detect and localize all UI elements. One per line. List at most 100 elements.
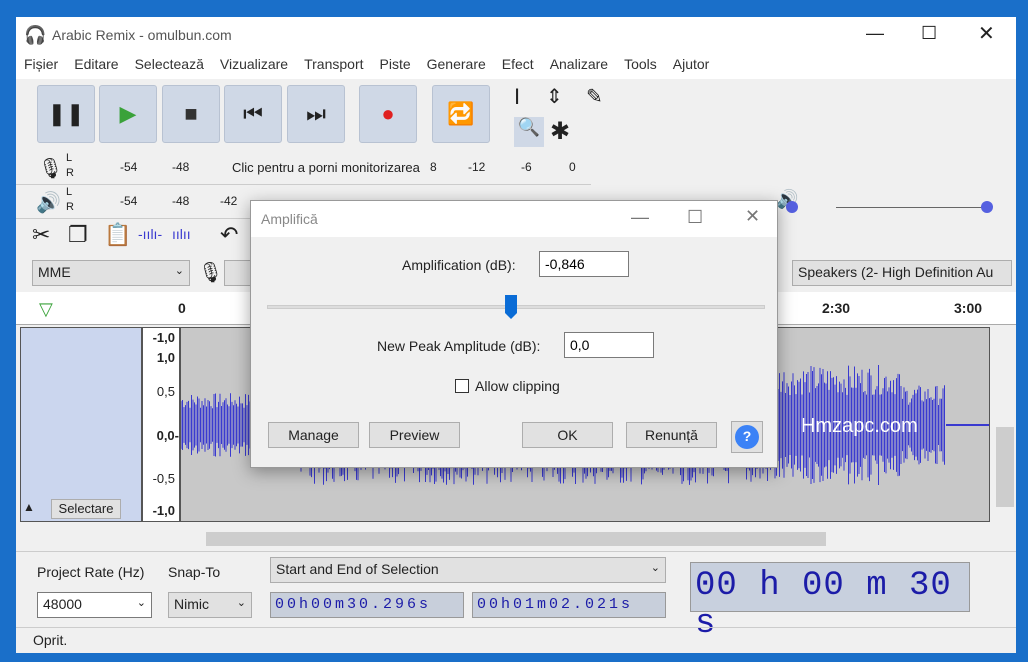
play-button[interactable]: ▶	[99, 85, 157, 143]
undo-icon[interactable]: ↶	[220, 222, 238, 248]
amplification-label: Amplification (dB):	[402, 257, 516, 273]
menu-generate[interactable]: Generare	[419, 53, 494, 79]
dialog-maximize-button[interactable]: ☐	[687, 207, 703, 228]
trim-icon[interactable]: -ıılı-	[138, 226, 162, 242]
meter-tick: 0	[569, 160, 576, 174]
minimize-button[interactable]: —	[866, 23, 884, 44]
selection-start-time[interactable]: 00h00m30.296s	[270, 592, 464, 618]
select-track-button[interactable]: Selectare	[51, 499, 121, 519]
meter-tick: -12	[468, 160, 486, 174]
scale-label: -1,0	[152, 330, 175, 345]
dialog-title-bar: Amplifică — ☐ ✕	[251, 201, 777, 237]
meter-tick: 8	[430, 160, 437, 174]
left-channel-label: L	[66, 186, 73, 198]
silence-icon[interactable]: ıılıı	[172, 226, 191, 242]
playback-volume-thumb[interactable]	[981, 201, 993, 213]
horizontal-scrollbar[interactable]	[186, 530, 996, 548]
play-head-triangle-icon[interactable]: ▽	[39, 299, 53, 320]
zoom-tool-icon[interactable]: 🔍	[514, 117, 544, 147]
pause-button[interactable]: ❚❚	[37, 85, 95, 143]
meter-tick: -54	[120, 160, 138, 174]
project-rate-value: 48000	[43, 596, 82, 612]
allow-clipping-checkbox[interactable]	[455, 379, 469, 393]
scale-label: -0,5	[152, 471, 175, 486]
record-button[interactable]: ●	[359, 85, 417, 143]
menu-tools[interactable]: Tools	[616, 53, 665, 79]
playback-device-select[interactable]: Speakers (2- High Definition Au	[792, 260, 1012, 286]
amplification-input[interactable]	[539, 251, 629, 277]
menu-edit[interactable]: Editare	[66, 53, 126, 79]
watermark-text: Hmzapc.com	[801, 415, 918, 437]
record-volume-thumb[interactable]	[786, 201, 798, 213]
envelope-tool-icon[interactable]: ⇕	[546, 84, 563, 109]
loop-button[interactable]: 🔁	[432, 85, 490, 143]
scale-label: -1,0	[152, 503, 175, 518]
menu-tracks[interactable]: Piste	[372, 53, 419, 79]
preview-button[interactable]: Preview	[369, 422, 460, 448]
cancel-button[interactable]: Renunță	[626, 422, 717, 448]
speaker-icon: 🔊	[36, 192, 61, 214]
collapse-track-button[interactable]: ▲	[23, 500, 35, 514]
menu-view[interactable]: Vizualizare	[212, 53, 296, 79]
status-bar: Oprit.	[16, 627, 1016, 653]
help-button[interactable]: ?	[731, 421, 763, 453]
selection-toolbar: Project Rate (Hz) Snap-To Start and End …	[16, 551, 1016, 643]
menu-effect[interactable]: Efect	[494, 53, 542, 79]
microphone-icon: 🎙	[38, 158, 64, 180]
audio-host-select[interactable]: MME ⌄	[32, 260, 190, 286]
skip-start-button[interactable]: ⏮	[224, 85, 282, 143]
draw-tool-icon[interactable]: ✎	[586, 84, 603, 109]
copy-icon[interactable]: ❐	[68, 222, 88, 248]
menu-transport[interactable]: Transport	[296, 53, 371, 79]
dialog-minimize-button[interactable]: —	[631, 207, 649, 228]
snap-to-value: Nimic	[174, 596, 209, 612]
project-rate-select[interactable]: 48000 ⌄	[37, 592, 152, 618]
stop-button[interactable]: ■	[162, 85, 220, 143]
window-title: Arabic Remix - omulbun.com	[52, 27, 232, 43]
audio-position-time[interactable]: 00 h 00 m 30 s	[690, 562, 970, 643]
vertical-scale: -1,0 1,0 0,5 0,0- -0,5 -1,0	[142, 327, 180, 522]
horizontal-scroll-thumb[interactable]	[206, 532, 826, 546]
maximize-button[interactable]: ☐	[921, 23, 937, 44]
ruler-label: 2:30	[822, 300, 851, 316]
vertical-scrollbar[interactable]	[996, 327, 1016, 527]
selection-end-time[interactable]: 00h01m02.021s	[472, 592, 666, 618]
new-peak-label: New Peak Amplitude (dB):	[377, 338, 541, 354]
amplification-slider-thumb[interactable]	[505, 295, 518, 319]
manage-button[interactable]: Manage	[268, 422, 359, 448]
menu-select[interactable]: Selectează	[127, 53, 212, 79]
ok-button[interactable]: OK	[522, 422, 613, 448]
monitoring-hint[interactable]: Clic pentru a porni monitorizarea	[232, 160, 420, 175]
close-button[interactable]: ✕	[978, 21, 995, 46]
record-meter[interactable]: 🎙 L R -54 -48 Clic pentru a porni monito…	[16, 152, 591, 185]
playback-volume-slider[interactable]	[836, 207, 986, 208]
new-peak-input[interactable]	[564, 332, 654, 358]
meter-tick: -42	[220, 194, 238, 208]
selection-mode-select[interactable]: Start and End of Selection ⌄	[270, 557, 666, 583]
dialog-title: Amplifică	[261, 211, 318, 227]
cut-icon[interactable]: ✂	[32, 222, 50, 248]
paste-icon[interactable]: 📋	[104, 222, 131, 248]
ruler-label: 0	[178, 300, 186, 316]
project-rate-label: Project Rate (Hz)	[37, 564, 145, 580]
allow-clipping-label: Allow clipping	[475, 378, 560, 394]
audio-host-value: MME	[38, 264, 71, 280]
amplify-dialog: Amplifică — ☐ ✕ Amplification (dB): New …	[250, 200, 778, 468]
snap-to-select[interactable]: Nimic ⌄	[168, 592, 252, 618]
menu-file[interactable]: Fișier	[16, 53, 66, 79]
skip-end-button[interactable]: ⏭	[287, 85, 345, 143]
track-control-panel[interactable]: ▲ Selectare	[20, 327, 142, 522]
dialog-close-button[interactable]: ✕	[745, 206, 760, 227]
menu-help[interactable]: Ajutor	[665, 53, 718, 79]
title-bar: 🎧 Arabic Remix - omulbun.com — ☐ ✕	[16, 17, 1016, 53]
scale-label: 0,5	[156, 384, 175, 399]
meter-tick: -48	[172, 194, 190, 208]
menu-analyze[interactable]: Analizare	[542, 53, 616, 79]
selection-mode-value: Start and End of Selection	[276, 561, 439, 577]
meter-tick: -54	[120, 194, 138, 208]
selection-tool-icon[interactable]: I	[514, 84, 520, 110]
meter-tick: -6	[521, 160, 532, 174]
vertical-scroll-thumb[interactable]	[996, 427, 1014, 507]
right-channel-label: R	[66, 201, 74, 213]
multi-tool-icon[interactable]: ✱	[550, 117, 570, 146]
